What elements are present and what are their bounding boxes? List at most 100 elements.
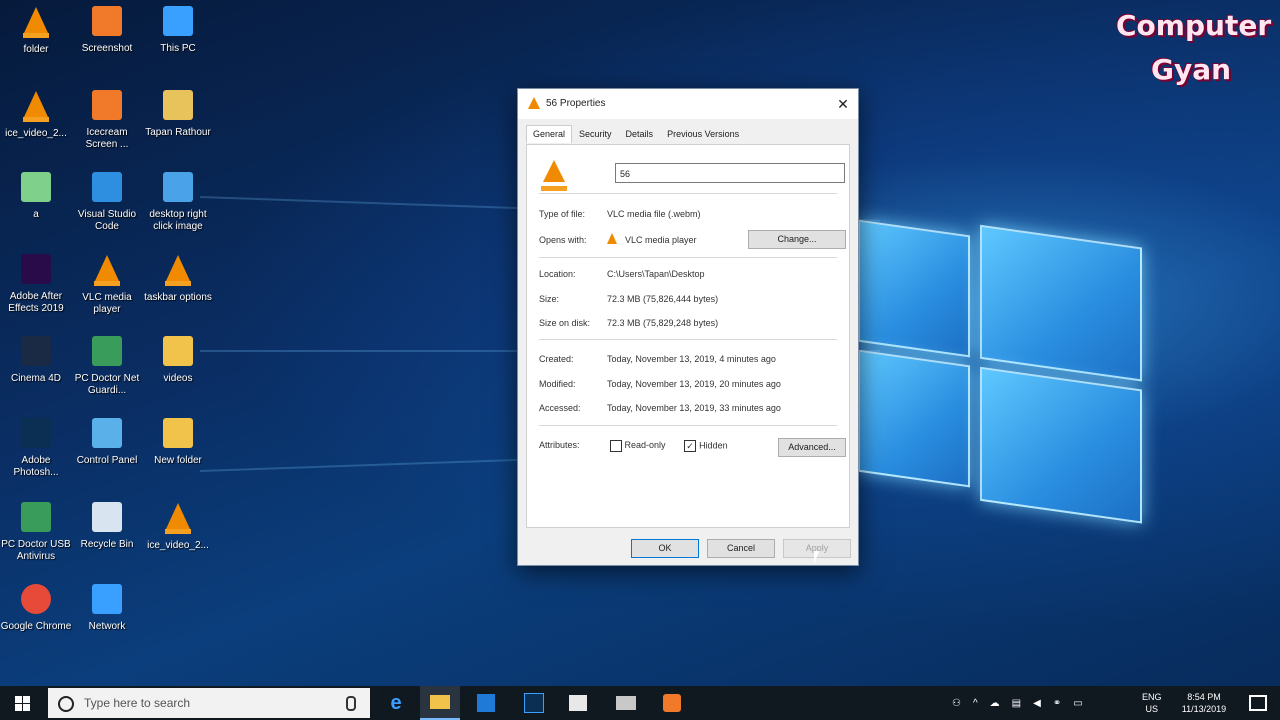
change-button[interactable]: Change... [748, 230, 846, 249]
modified-label: Modified: [539, 379, 576, 389]
desktop-icon[interactable]: Visual Studio Code [70, 170, 144, 233]
tab-previous-versions[interactable]: Previous Versions [660, 125, 746, 143]
vlc-small-icon [607, 233, 617, 244]
clock-date: 11/13/2019 [1181, 704, 1227, 714]
notification-icon[interactable] [1238, 686, 1278, 720]
desktop-icon[interactable]: taskbar options [141, 252, 215, 304]
desktop-icon[interactable]: Cinema 4D [0, 334, 73, 385]
network-icon[interactable]: ▤ [1012, 698, 1021, 709]
desktop-icon[interactable]: Adobe Photosh... [0, 416, 73, 479]
search-icon [58, 696, 74, 712]
file-name-input[interactable]: 56 [615, 163, 845, 183]
attributes-label: Attributes: [539, 440, 580, 451]
vlc-file-icon [541, 157, 567, 191]
icecream-taskbar-icon[interactable] [652, 686, 692, 720]
desktop-icon-label: Icecream Screen ... [85, 127, 129, 150]
volume-icon[interactable]: ◀ [1033, 698, 1041, 709]
desktop-icon-label: videos [163, 373, 193, 384]
desktop-icon[interactable]: PC Doctor Net Guardi... [70, 334, 144, 397]
cinema4d-icon [19, 336, 53, 370]
readonly-checkbox[interactable] [609, 440, 622, 452]
clock[interactable]: 8:54 PM 11/13/2019 [1172, 686, 1236, 720]
vlc-title-icon [528, 97, 540, 109]
size-value: 72.3 MB (75,826,444 bytes) [607, 294, 719, 304]
control-panel-icon [90, 418, 124, 452]
windows-logo [858, 180, 1148, 531]
user-folder-icon [161, 90, 195, 124]
location-label: Location: [539, 269, 576, 279]
created-value: Today, November 13, 2019, 4 minutes ago [607, 354, 776, 364]
language-indicator[interactable]: ENG US [1142, 686, 1162, 720]
photoshop-taskbar-icon[interactable] [514, 686, 554, 720]
desktop-icon[interactable]: Adobe After Effects 2019 [0, 252, 73, 315]
app-icon-blue[interactable] [466, 686, 506, 720]
people-icon[interactable]: ⚇ [952, 698, 961, 709]
desktop-icon[interactable]: Control Panel [70, 416, 144, 467]
desktop-icon-label: This PC [160, 43, 196, 54]
desktop-icon[interactable]: Recycle Bin [70, 500, 144, 551]
lang-top: ENG [1142, 692, 1162, 702]
chevron-up-icon[interactable]: ^ [973, 698, 978, 709]
laptop-app-icon[interactable] [606, 686, 646, 720]
size-disk-value: 72.3 MB (75,829,248 bytes) [607, 318, 719, 328]
type-value: VLC media file (.webm) [607, 209, 701, 219]
dialog-tabs: General Security Details Previous Versio… [526, 125, 746, 143]
close-icon[interactable]: ✕ [828, 89, 858, 119]
watermark-line2: Gyan [1150, 53, 1232, 86]
ok-button[interactable]: OK [631, 539, 699, 558]
desktop-icon[interactable]: folder [0, 4, 73, 56]
windows-start-icon [14, 695, 30, 711]
store-icon[interactable] [558, 686, 598, 720]
tab-details[interactable]: Details [619, 125, 661, 143]
desktop-icon[interactable]: ice_video_2... [141, 500, 215, 552]
dialog-titlebar[interactable]: 56 Properties ✕ [518, 89, 858, 119]
file-explorer-icon[interactable] [420, 686, 460, 720]
desktop-icon[interactable]: a [0, 170, 73, 221]
cancel-button[interactable]: Cancel [707, 539, 775, 558]
desktop-icon[interactable]: PC Doctor USB Antivirus [0, 500, 73, 563]
onedrive-icon[interactable]: ☁ [990, 698, 1000, 709]
size-label: Size: [539, 294, 560, 304]
search-box[interactable]: Type here to search [48, 688, 370, 718]
desktop-icon[interactable]: desktop right click image [141, 170, 215, 233]
desktop-icon[interactable]: ice_video_2... [0, 88, 73, 140]
microphone-icon [346, 696, 356, 711]
taskbar: Type here to search e ⚇ ^ ☁ ▤ ◀ ⚭ ▭ ENG … [0, 686, 1280, 720]
desktop-icon[interactable]: videos [141, 334, 215, 385]
desktop-icon[interactable]: This PC [141, 4, 215, 55]
tab-security[interactable]: Security [572, 125, 619, 143]
watermark-line1: Computer [1116, 9, 1272, 42]
folder-icon [161, 336, 195, 370]
chrome-icon [19, 584, 53, 618]
desktop-icon-label: Cinema 4D [10, 373, 62, 384]
vlc-cone-icon [161, 255, 195, 289]
watermark: Computer Gyan [1116, 4, 1272, 92]
pc-doctor-icon [90, 336, 124, 370]
link-icon[interactable]: ⚭ [1053, 698, 1061, 709]
type-row: Type of file: VLC media file (.webm) [539, 209, 701, 219]
mouse-cursor-icon [814, 551, 819, 565]
desktop-icon[interactable]: Tapan Rathour [141, 88, 215, 139]
vlc-cone-icon [161, 503, 195, 537]
tab-general[interactable]: General [526, 125, 573, 143]
desktop-icon[interactable]: Screenshot [70, 4, 144, 55]
divider [539, 339, 837, 340]
desktop-icon-label: Adobe After Effects 2019 [8, 291, 64, 314]
desktop-icon-label: Adobe Photosh... [13, 455, 59, 478]
start-button[interactable] [2, 686, 42, 720]
desktop-icon[interactable]: VLC media player [70, 252, 144, 316]
hidden-checkbox[interactable]: ✓ [684, 440, 697, 452]
desktop-icon-label: folder [23, 44, 49, 55]
desktop-icon-label: Control Panel [76, 455, 138, 466]
desktop-icon-label: PC Doctor Net Guardi... [74, 373, 140, 396]
keyboard-icon[interactable]: ▭ [1073, 698, 1082, 709]
desktop-icon[interactable]: Google Chrome [0, 582, 73, 633]
desktop-icon[interactable]: Network [70, 582, 144, 633]
folder-icon [161, 418, 195, 452]
vlc-cone-icon [90, 255, 124, 289]
desktop-icon[interactable]: Icecream Screen ... [70, 88, 144, 151]
desktop-icon[interactable]: New folder [141, 416, 215, 467]
edge-icon[interactable]: e [376, 686, 416, 720]
advanced-button[interactable]: Advanced... [778, 438, 846, 457]
generic-file-icon [19, 172, 53, 206]
